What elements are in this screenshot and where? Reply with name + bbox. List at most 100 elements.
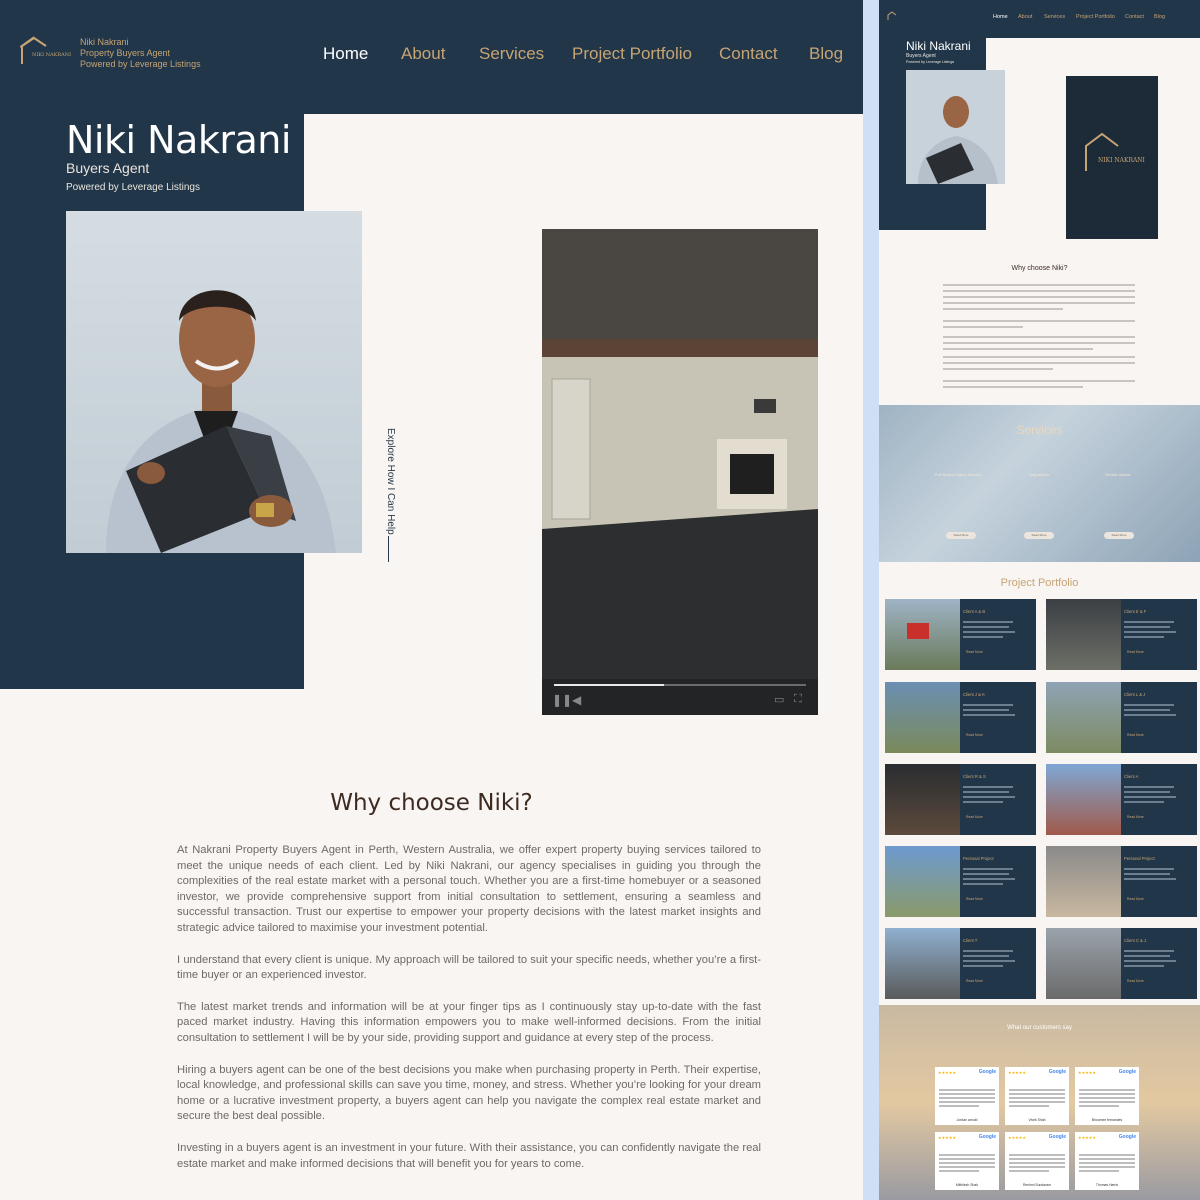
why-paragraph: Hiring a buyers agent can be one of the … <box>177 1063 761 1123</box>
portfolio-card-title: Client R & S <box>963 774 986 779</box>
portfolio-card[interactable]: Client E & F Read More <box>1046 599 1197 670</box>
why-paragraph: I understand that every client is unique… <box>177 953 761 982</box>
preview-text-line <box>943 336 1135 338</box>
star-rating-icon: ★★★★★ <box>938 1135 956 1140</box>
preview-text-line <box>943 380 1135 382</box>
portfolio-card-title: Client C & J <box>1124 938 1147 943</box>
preview-service-label: Negotiation <box>1029 472 1050 477</box>
hero-role: Buyers Agent <box>66 160 150 176</box>
pause-icon[interactable]: ❚❚ <box>552 693 572 707</box>
nav-home[interactable]: Home <box>323 44 368 64</box>
main-page: NIKI NAKRANI Niki Nakrani Property Buyer… <box>0 0 863 1200</box>
portfolio-card-read-more[interactable]: Read More <box>1127 979 1144 983</box>
portfolio-card-photo <box>885 764 960 835</box>
mute-icon[interactable]: ◀ <box>572 693 581 707</box>
nav-about[interactable]: About <box>401 44 445 64</box>
preview-text-line <box>943 308 1063 310</box>
portfolio-card-photo <box>885 928 960 999</box>
portfolio-card-read-more[interactable]: Read More <box>966 815 983 819</box>
portfolio-card-photo <box>1046 928 1121 999</box>
portfolio-card-read-more[interactable]: Read More <box>1127 650 1144 654</box>
preview-nav-home[interactable]: Home <box>993 14 1008 20</box>
nav-blog[interactable]: Blog <box>809 44 843 64</box>
portfolio-card-title: Client A <box>1124 774 1139 779</box>
portfolio-card[interactable]: Client A Read More <box>1046 764 1197 835</box>
portfolio-card-read-more[interactable]: Read More <box>966 733 983 737</box>
portfolio-card[interactable]: Client J & K Read More <box>885 682 1036 753</box>
portfolio-card-read-more[interactable]: Read More <box>966 897 983 901</box>
preview-nav-services[interactable]: Services <box>1044 14 1065 20</box>
preview-text-line <box>943 368 1053 370</box>
portfolio-card-read-more[interactable]: Read More <box>966 650 983 654</box>
star-rating-icon: ★★★★★ <box>1008 1135 1026 1140</box>
why-choose-body: At Nakrani Property Buyers Agent in Pert… <box>177 843 761 1188</box>
portfolio-card[interactable]: Client A & B Read More <box>885 599 1036 670</box>
preview-text-line <box>943 284 1135 286</box>
portfolio-card[interactable]: Personal Project Read More <box>1046 846 1197 917</box>
preview-read-more-button[interactable]: Read More <box>1104 532 1134 539</box>
star-rating-icon: ★★★★★ <box>1008 1070 1026 1075</box>
preview-text-line <box>943 348 1093 350</box>
preview-divider <box>863 0 879 1200</box>
preview-text-line <box>943 386 1083 388</box>
star-rating-icon: ★★★★★ <box>938 1070 956 1075</box>
portfolio-card-read-more[interactable]: Read More <box>1127 897 1144 901</box>
preview-hero-role: Buyers Agent <box>906 53 936 59</box>
testimonial-card: ★★★★★ Google Jordan arnold <box>935 1067 999 1125</box>
portfolio-card[interactable]: Client R & S Read More <box>885 764 1036 835</box>
portfolio-card-title: Client E & F <box>1124 609 1147 614</box>
why-paragraph: Investing in a buyers agent is an invest… <box>177 1141 761 1170</box>
portfolio-card-photo <box>885 599 960 670</box>
preview-header: Home About Services Project Portfolio Co… <box>879 0 1200 38</box>
explore-scroll-link[interactable]: Explore How I Can Help <box>382 428 396 568</box>
preview-text-line <box>943 326 1023 328</box>
portfolio-card-photo <box>1046 599 1121 670</box>
preview-read-more-button[interactable]: Read More <box>1024 532 1054 539</box>
reviewer-name: Jordan arnold <box>956 1118 978 1122</box>
preview-text-line <box>943 296 1135 298</box>
preview-why-title: Why choose Niki? <box>1011 265 1068 272</box>
preview-video-wordmark: NIKI NAKRANI <box>1098 157 1146 164</box>
preview-nav-project-portfolio[interactable]: Project Portfolio <box>1076 14 1115 20</box>
portfolio-card-title: Client L & J <box>1124 692 1146 697</box>
portfolio-card-read-more[interactable]: Read More <box>1127 733 1144 737</box>
portfolio-card-title: Client T <box>963 938 978 943</box>
testimonial-card: ★★★★★ Google Vivek Shah <box>1005 1067 1069 1125</box>
preview-nav-about[interactable]: About <box>1018 14 1032 20</box>
portfolio-card-title: Client J & K <box>963 692 985 697</box>
niki-portrait-photo <box>66 211 362 553</box>
preview-testimonials-title: What our customers say <box>1007 1025 1072 1031</box>
why-paragraph: The latest market trends and information… <box>177 1000 761 1044</box>
portfolio-card-photo <box>885 682 960 753</box>
video-player[interactable]: ❚❚ ◀ ▭ ⛶ <box>542 229 818 715</box>
portfolio-card[interactable]: Client L & J Read More <box>1046 682 1197 753</box>
testimonial-card: ★★★★★ Google Thomas Harris <box>1075 1132 1139 1190</box>
pip-icon[interactable]: ▭ <box>774 693 784 706</box>
brand-line-3: Powered by Leverage Listings <box>80 59 201 69</box>
preview-services-title: Services <box>1016 423 1063 437</box>
preview-service-label: Full Buyers Agent Service <box>935 472 981 477</box>
reviewer-name: Vivek Shah <box>1028 1118 1046 1122</box>
preview-nav-blog[interactable]: Blog <box>1154 14 1165 20</box>
fullscreen-icon[interactable]: ⛶ <box>794 693 802 706</box>
preview-hero-powered: Powered by Leverage Listings <box>906 60 955 64</box>
scroll-arrow-icon <box>388 536 389 562</box>
portfolio-card[interactable]: Client C & J Read More <box>1046 928 1197 999</box>
portfolio-card[interactable]: Personal Project Read More <box>885 846 1036 917</box>
nav-project-portfolio[interactable]: Project Portfolio <box>572 44 692 64</box>
nav-contact[interactable]: Contact <box>719 44 778 64</box>
house-logo-icon[interactable]: NIKI NAKRANI <box>20 36 72 66</box>
testimonial-card: ★★★★★ Google Mithilesh Shah <box>935 1132 999 1190</box>
brand-text: Niki Nakrani Property Buyers Agent Power… <box>80 37 201 70</box>
hero-name: Niki Nakrani <box>66 118 291 162</box>
why-choose-title: Why choose Niki? <box>330 790 533 816</box>
preview-video-logo: NIKI NAKRANI <box>1085 132 1146 171</box>
portfolio-card[interactable]: Client T Read More <box>885 928 1036 999</box>
preview-nav-contact[interactable]: Contact <box>1125 14 1144 20</box>
portfolio-card-read-more[interactable]: Read More <box>966 979 983 983</box>
star-rating-icon: ★★★★★ <box>1078 1070 1096 1075</box>
preview-read-more-button[interactable]: Read More <box>946 532 976 539</box>
preview-portrait-illustration <box>918 96 998 184</box>
nav-services[interactable]: Services <box>479 44 544 64</box>
portfolio-card-read-more[interactable]: Read More <box>1127 815 1144 819</box>
